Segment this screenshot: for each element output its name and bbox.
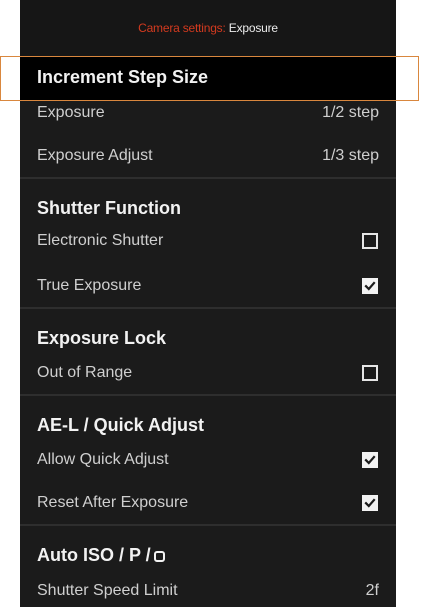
checkbox-reset-after-exposure[interactable] [362,495,378,511]
row-label-allow-quick-adjust: Allow Quick Adjust [37,451,169,468]
row-label-exposure-adjust: Exposure Adjust [37,147,153,164]
divider [20,307,396,309]
rounded-square-icon [153,551,165,562]
checkbox-electronic-shutter[interactable] [362,233,378,249]
row-label-exposure: Exposure [37,104,105,121]
checkmark-icon [364,455,376,465]
value-exposure-step: 1/2 step [322,104,379,121]
value-exposure-adjust: 1/3 step [322,147,379,164]
header-current: Exposure [228,21,278,35]
section-title-exposure-lock: Exposure Lock [37,328,167,348]
divider [20,177,396,179]
checkbox-true-exposure[interactable] [362,278,378,294]
section-title-auto-iso-text: Auto ISO / P / [37,545,151,565]
row-label-out-of-range: Out of Range [37,364,133,381]
section-title-increment-step-size: Increment Step Size [37,67,209,87]
checkbox-allow-quick-adjust[interactable] [362,452,378,468]
row-label-true-exposure: True Exposure [37,277,142,294]
value-shutter-speed-limit: 2f [365,582,379,599]
checkmark-icon [364,281,376,291]
row-label-electronic-shutter: Electronic Shutter [37,232,164,249]
checkbox-out-of-range[interactable] [362,365,378,381]
divider [20,394,396,396]
section-title-auto-iso: Auto ISO / P / [37,545,165,566]
settings-panel: Camera settings: Exposure Increment Step… [20,0,396,607]
row-label-reset-after-exposure: Reset After Exposure [37,494,189,511]
row-label-shutter-speed-limit: Shutter Speed Limit [37,582,178,599]
header-prefix: Camera settings: [138,21,226,35]
checkmark-icon [364,498,376,508]
section-title-shutter-function: Shutter Function [37,198,181,218]
section-title-ael-quick-adjust: AE-L / Quick Adjust [37,415,205,435]
screen-header: Camera settings: Exposure [20,0,396,57]
divider [20,524,396,526]
